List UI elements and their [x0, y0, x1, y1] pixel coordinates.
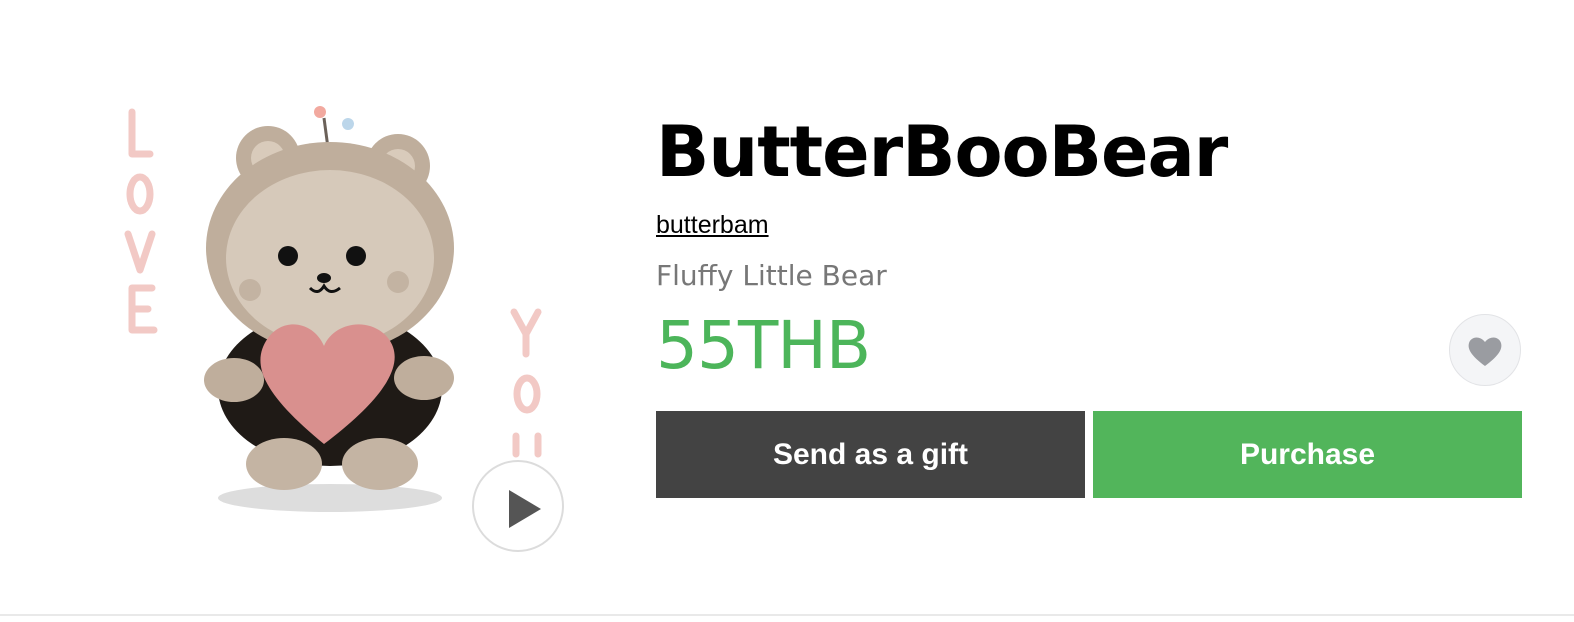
product-info: ButterBooBear butterbam Fluffy Little Be… [656, 110, 1522, 384]
send-as-gift-button[interactable]: Send as a gift [656, 411, 1085, 498]
sticker-product-card: ButterBooBear butterbam Fluffy Little Be… [0, 0, 1574, 616]
product-description: Fluffy Little Bear [656, 259, 887, 292]
product-title: ButterBooBear [656, 111, 1228, 193]
favorite-button[interactable] [1449, 314, 1521, 386]
author-link[interactable]: butterbam [656, 210, 769, 240]
play-animation-button[interactable] [472, 460, 564, 552]
purchase-button[interactable]: Purchase [1093, 411, 1522, 498]
play-icon [509, 490, 541, 528]
product-price: 55THB [656, 307, 871, 384]
heart-icon [1468, 337, 1502, 366]
